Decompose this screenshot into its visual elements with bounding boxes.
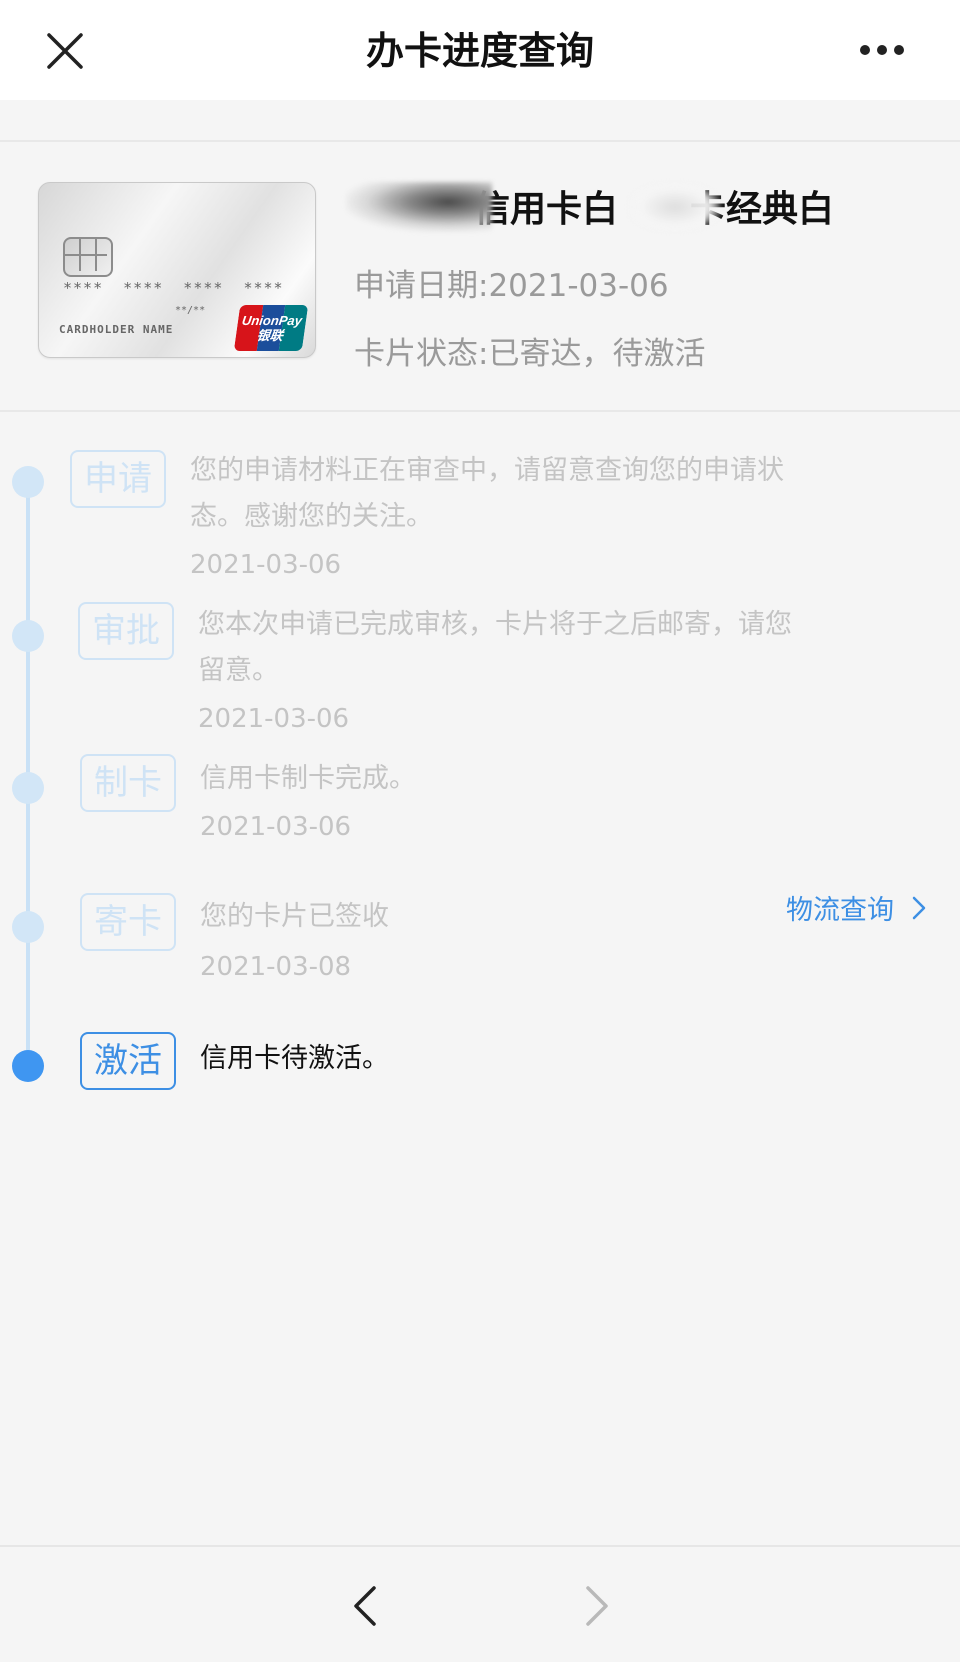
redacted-blur [346,182,492,232]
step-dot [12,466,44,498]
step-tag-activate: 激活 [80,1032,176,1090]
logistics-query-label: 物流查询 [786,895,894,926]
card-valid-thru: **/** [175,305,206,316]
step-date: 2021-03-06 [190,550,342,580]
step-dot [12,911,44,943]
step-date: 2021-03-06 [198,704,350,734]
step-description: 信用卡待激活。 [200,1043,389,1074]
step-tag-mail-card: 寄卡 [80,893,176,951]
card-chip-icon [63,237,113,277]
chevron-left-icon [354,1586,376,1626]
card-number-mask: **** **** **** **** [63,279,284,297]
bottom-toolbar [0,1545,960,1662]
card-holder-name: CARDHOLDER NAME [59,323,174,336]
step-dot [12,620,44,652]
top-navigation-bar: 办卡进度查询 [0,0,960,100]
step-tag-approve: 审批 [78,602,174,660]
step-description: 您的卡片已签收 [200,901,389,932]
back-button[interactable] [340,1581,390,1631]
step-dot [12,772,44,804]
redacted-blur [630,184,720,230]
step-tag-make-card: 制卡 [80,754,176,812]
page-title: 办卡进度查询 [365,29,594,73]
step-dot-active [12,1050,44,1082]
more-options-button[interactable] [844,30,920,70]
chevron-right-icon [586,1586,608,1626]
step-date: 2021-03-06 [200,812,352,842]
card-status: 卡片状态:已寄达，待激活 [354,336,706,372]
forward-button[interactable] [572,1581,622,1631]
unionpay-logo: UnionPay 银联 [233,305,309,351]
more-icon [860,45,904,55]
logistics-query-link[interactable]: 物流查询 [786,888,930,927]
step-description: 您本次申请已完成审核，卡片将于之后邮寄，请您 留意。 [198,609,792,686]
step-tag-apply: 申请 [70,450,166,508]
step-description: 信用卡制卡完成。 [200,763,416,794]
card-summary: **** **** **** **** **/** CARDHOLDER NAM… [0,140,960,412]
progress-timeline: 申请 您的申请材料正在审查中，请留意查询您的申请状 态。感谢您的关注。 2021… [0,410,960,1110]
step-description: 您的申请材料正在审查中，请留意查询您的申请状 态。感谢您的关注。 [190,455,784,532]
card-thumbnail: **** **** **** **** **/** CARDHOLDER NAM… [38,182,316,358]
apply-date: 申请日期:2021-03-06 [354,268,669,304]
step-date: 2021-03-08 [200,952,352,982]
chevron-right-icon [912,896,926,919]
